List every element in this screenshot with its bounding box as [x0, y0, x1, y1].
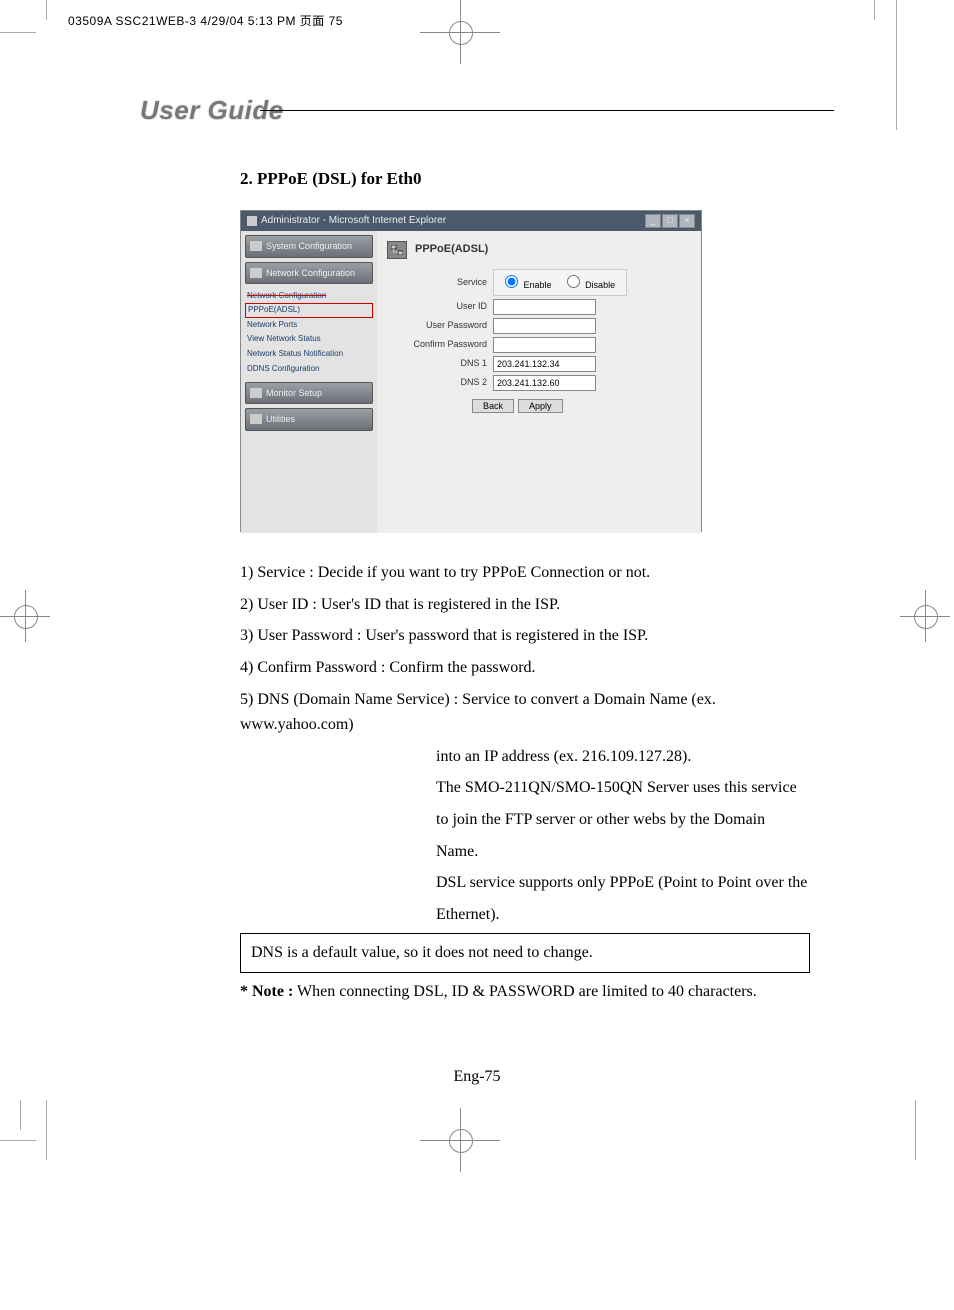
explain-5d: Name. — [436, 839, 810, 865]
minimize-button[interactable]: _ — [645, 214, 661, 228]
subnav-item[interactable]: DDNS Configuration — [247, 362, 371, 377]
subnav-item[interactable]: Network Ports — [247, 318, 371, 333]
sidebar-item-label: Monitor Setup — [266, 386, 322, 400]
footnote: * Note : When connecting DSL, ID & PASSW… — [240, 979, 810, 1005]
monitor-icon — [250, 388, 262, 398]
subnav-item[interactable]: Network Status Notification — [247, 347, 371, 362]
confirm-password-label: Confirm Password — [387, 337, 487, 351]
explain-3: 3) User Password : User's password that … — [240, 623, 810, 649]
enable-label: Enable — [524, 280, 552, 290]
page-number: Eng-75 — [0, 1068, 954, 1086]
crop-mark — [915, 1100, 916, 1160]
window-titlebar: Administrator - Microsoft Internet Explo… — [241, 211, 701, 231]
main-panel: PPPoE(ADSL) Service Enable Disable User … — [377, 231, 701, 533]
panel-title: PPPoE(ADSL) — [387, 241, 691, 259]
page-body: 2. PPPoE (DSL) for Eth0 Administrator - … — [240, 165, 810, 1011]
network-icon — [250, 268, 262, 278]
sidebar-item-label: System Configuration — [266, 239, 352, 253]
app-icon — [247, 216, 257, 226]
enable-radio[interactable] — [505, 275, 518, 288]
registration-mark — [914, 605, 938, 629]
user-password-input[interactable] — [493, 318, 596, 334]
screenshot: Administrator - Microsoft Internet Explo… — [240, 210, 702, 532]
registration-mark — [449, 21, 473, 45]
explain-5b: The SMO-211QN/SMO-150QN Server uses this… — [436, 775, 810, 801]
subnav-item[interactable]: Network Configuration — [247, 289, 371, 304]
confirm-password-input[interactable] — [493, 337, 596, 353]
crop-mark — [0, 1140, 36, 1141]
explain-5f: Ethernet). — [436, 902, 810, 928]
crop-mark — [896, 0, 897, 130]
back-button[interactable]: Back — [472, 399, 514, 413]
service-radio-group: Enable Disable — [493, 269, 627, 295]
network-icon — [387, 241, 407, 259]
sidebar-subnav: Network Configuration PPPoE(ADSL) Networ… — [245, 288, 373, 378]
sidebar-utilities[interactable]: Utilities — [245, 408, 373, 430]
dns2-label: DNS 2 — [387, 375, 487, 389]
user-id-label: User ID — [387, 299, 487, 313]
wrench-icon — [250, 414, 262, 424]
monitor-icon — [250, 241, 262, 251]
title-rule — [260, 110, 834, 111]
disable-radio[interactable] — [567, 275, 580, 288]
heading: 2. PPPoE (DSL) for Eth0 — [240, 165, 810, 192]
print-header: 03509A SSC21WEB-3 4/29/04 5:13 PM 页面 75 — [68, 12, 343, 29]
dns-note-box: DNS is a default value, so it does not n… — [240, 933, 810, 973]
explain-5a: into an IP address (ex. 216.109.127.28). — [436, 744, 810, 770]
subnav-item-selected[interactable]: PPPoE(ADSL) — [245, 303, 373, 318]
registration-mark — [449, 1129, 473, 1153]
sidebar-system-config[interactable]: System Configuration — [245, 235, 373, 257]
panel-title-text: PPPoE(ADSL) — [415, 241, 488, 259]
disable-label: Disable — [585, 280, 615, 290]
explain-2: 2) User ID : User's ID that is registere… — [240, 592, 810, 618]
note-text: When connecting DSL, ID & PASSWORD are l… — [293, 983, 756, 1000]
apply-button[interactable]: Apply — [518, 399, 563, 413]
dns2-input[interactable] — [493, 375, 596, 391]
explain-5e: DSL service supports only PPPoE (Point t… — [436, 870, 810, 896]
crop-mark — [46, 1100, 47, 1160]
user-id-input[interactable] — [493, 299, 596, 315]
registration-mark — [14, 605, 38, 629]
dns1-input[interactable] — [493, 356, 596, 372]
sidebar-monitor-setup[interactable]: Monitor Setup — [245, 382, 373, 404]
explain-1: 1) Service : Decide if you want to try P… — [240, 560, 810, 586]
service-label: Service — [387, 275, 487, 289]
note-label: * Note : — [240, 983, 293, 1000]
user-password-label: User Password — [387, 318, 487, 332]
crop-mark — [20, 1100, 21, 1130]
sidebar-item-label: Network Configuration — [266, 266, 355, 280]
dns1-label: DNS 1 — [387, 356, 487, 370]
subnav-item[interactable]: View Network Status — [247, 332, 371, 347]
sidebar-network-config[interactable]: Network Configuration — [245, 262, 373, 284]
crop-mark — [0, 32, 36, 33]
explain-5: 5) DNS (Domain Name Service) : Service t… — [240, 687, 810, 738]
explain-4: 4) Confirm Password : Confirm the passwo… — [240, 655, 810, 681]
explanation-list: 1) Service : Decide if you want to try P… — [240, 560, 810, 1004]
crop-mark — [874, 0, 875, 20]
close-button[interactable]: × — [679, 214, 695, 228]
window-title: Administrator - Microsoft Internet Explo… — [261, 213, 446, 229]
maximize-button[interactable]: □ — [662, 214, 678, 228]
explain-5c: to join the FTP server or other webs by … — [436, 807, 810, 833]
crop-mark — [46, 0, 47, 20]
sidebar-item-label: Utilities — [266, 412, 295, 426]
sidebar: System Configuration Network Configurati… — [241, 231, 377, 533]
